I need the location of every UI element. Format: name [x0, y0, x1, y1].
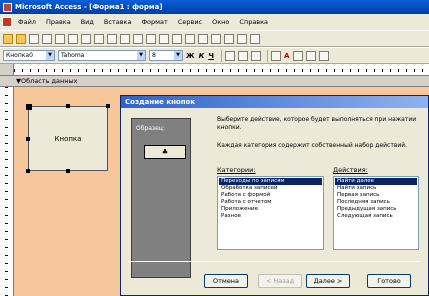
next-button[interactable]: Далее >: [306, 274, 350, 288]
wizard-instruction-2: Каждая категория содержит собственный на…: [217, 142, 408, 149]
textbox-icon[interactable]: [42, 33, 52, 44]
toolbar-separator: [220, 49, 222, 62]
checkbox-icon[interactable]: [94, 33, 104, 44]
formatting-toolbar: Кнопка0 ▼ Tahoma ▼ 8 ▼ Ж К Ч A: [0, 47, 429, 64]
chevron-down-icon[interactable]: ▼: [174, 51, 182, 60]
finish-button[interactable]: Готово: [367, 274, 411, 288]
list-item[interactable]: Найти далее: [335, 178, 417, 185]
menu-help[interactable]: Справка: [239, 18, 268, 26]
toggle-button-icon[interactable]: [68, 33, 78, 44]
title-bar: Microsoft Access - [Форма1 : форма]: [0, 0, 429, 14]
align-right-icon[interactable]: [250, 50, 261, 61]
bold-icon[interactable]: Ж: [186, 52, 195, 60]
font-combo[interactable]: Tahoma ▼: [58, 50, 146, 61]
window-title: Microsoft Access - [Форма1 : форма]: [15, 3, 163, 11]
menu-bar: Файл Правка Вид Вставка Формат Сервис Ок…: [0, 14, 429, 30]
listbox-icon[interactable]: [120, 33, 130, 44]
wizard-title[interactable]: Создание кнопок: [121, 96, 428, 108]
list-item[interactable]: Последняя запись: [335, 199, 417, 206]
italic-icon[interactable]: К: [199, 52, 205, 60]
access-app-icon[interactable]: [3, 2, 12, 12]
resize-handle[interactable]: [26, 137, 30, 141]
back-button[interactable]: < Назад: [258, 274, 302, 288]
object-combo[interactable]: Кнопка0 ▼: [3, 50, 55, 61]
list-item[interactable]: Переходы по записям: [219, 178, 322, 185]
detail-section-bar[interactable]: ▼ Область данных: [0, 76, 429, 87]
object-combo-value: Кнопка0: [6, 52, 33, 59]
cancel-button[interactable]: Отмена: [204, 274, 248, 288]
list-item[interactable]: Предыдущая запись: [335, 206, 417, 213]
list-item[interactable]: Работа с отчетом: [219, 199, 322, 206]
option-group-icon[interactable]: [55, 33, 65, 44]
resize-handle[interactable]: [106, 104, 110, 108]
menu-view[interactable]: Вид: [81, 18, 94, 26]
horizontal-ruler: [14, 64, 429, 76]
select-objects-icon[interactable]: [3, 33, 13, 44]
dialog-divider: [128, 261, 420, 262]
page-break-icon[interactable]: [185, 33, 195, 44]
line-icon[interactable]: [224, 33, 234, 44]
bound-object-icon[interactable]: [172, 33, 182, 44]
menu-format[interactable]: Формат: [141, 18, 167, 26]
list-item[interactable]: Найти запись: [335, 185, 417, 192]
fill-color-icon[interactable]: [270, 50, 281, 61]
menu-tools[interactable]: Сервис: [178, 18, 202, 26]
ruler-corner[interactable]: [0, 64, 14, 76]
actions-list[interactable]: Найти далее Найти запись Первая запись П…: [333, 176, 419, 250]
special-effect-icon[interactable]: [319, 50, 330, 61]
categories-list[interactable]: Переходы по записям Обработка записей Ра…: [217, 176, 324, 250]
font-color-icon[interactable]: A: [284, 52, 289, 60]
vertical-ruler: [0, 87, 14, 296]
sample-label: Образец:: [136, 125, 165, 132]
resize-handle[interactable]: [66, 104, 70, 108]
menu-insert[interactable]: Вставка: [104, 18, 132, 26]
more-controls-icon[interactable]: [250, 33, 260, 44]
menu-file[interactable]: Файл: [18, 18, 36, 26]
align-left-icon[interactable]: [224, 50, 235, 61]
subform-icon[interactable]: [211, 33, 221, 44]
form-command-button[interactable]: Кнопка: [28, 106, 108, 171]
line-color-icon[interactable]: [293, 50, 304, 61]
actions-label: Действия:: [333, 166, 368, 174]
tab-control-icon[interactable]: [198, 33, 208, 44]
sample-button: ♣: [144, 145, 186, 159]
resize-handle[interactable]: [66, 169, 70, 173]
rectangle-icon[interactable]: [237, 33, 247, 44]
categories-label: Категории:: [217, 166, 256, 174]
option-button-icon[interactable]: [81, 33, 91, 44]
list-item[interactable]: Обработка записей: [219, 185, 322, 192]
chevron-down-icon[interactable]: ▼: [137, 51, 145, 60]
chevron-down-icon[interactable]: ▼: [46, 51, 54, 60]
toolbox-toolbar: [0, 30, 429, 47]
move-handle[interactable]: [26, 104, 32, 110]
command-button-icon[interactable]: [133, 33, 143, 44]
image-icon[interactable]: [146, 33, 156, 44]
label-icon[interactable]: [29, 33, 39, 44]
list-item[interactable]: Работа с формой: [219, 192, 322, 199]
section-label: Область данных: [21, 77, 78, 85]
menu-window[interactable]: Окно: [212, 18, 229, 26]
unbound-object-icon[interactable]: [159, 33, 169, 44]
underline-icon[interactable]: Ч: [208, 52, 214, 60]
list-item[interactable]: Следующая запись: [335, 213, 417, 220]
font-size-combo[interactable]: 8 ▼: [149, 50, 183, 61]
resize-handle[interactable]: [26, 169, 30, 173]
combobox-icon[interactable]: [107, 33, 117, 44]
command-button-wizard: Создание кнопок Образец: ♣ Выберите дейс…: [120, 95, 429, 296]
font-size-value: 8: [152, 52, 156, 59]
toolbar-separator: [266, 49, 268, 62]
wizard-wand-icon[interactable]: [16, 33, 26, 44]
form-doc-icon[interactable]: [2, 17, 12, 27]
line-width-icon[interactable]: [306, 50, 317, 61]
menu-edit[interactable]: Правка: [46, 18, 71, 26]
list-item[interactable]: Первая запись: [335, 192, 417, 199]
form-button-label: Кнопка: [54, 134, 82, 143]
sample-button-icon: ♣: [161, 148, 169, 156]
align-center-icon[interactable]: [237, 50, 248, 61]
wizard-instruction: Выберите действие, которое будет выполня…: [217, 116, 417, 131]
list-item[interactable]: Разное: [219, 213, 322, 220]
sample-preview: Образец: ♣: [131, 118, 191, 278]
list-item[interactable]: Приложение: [219, 206, 322, 213]
font-combo-value: Tahoma: [61, 52, 85, 59]
